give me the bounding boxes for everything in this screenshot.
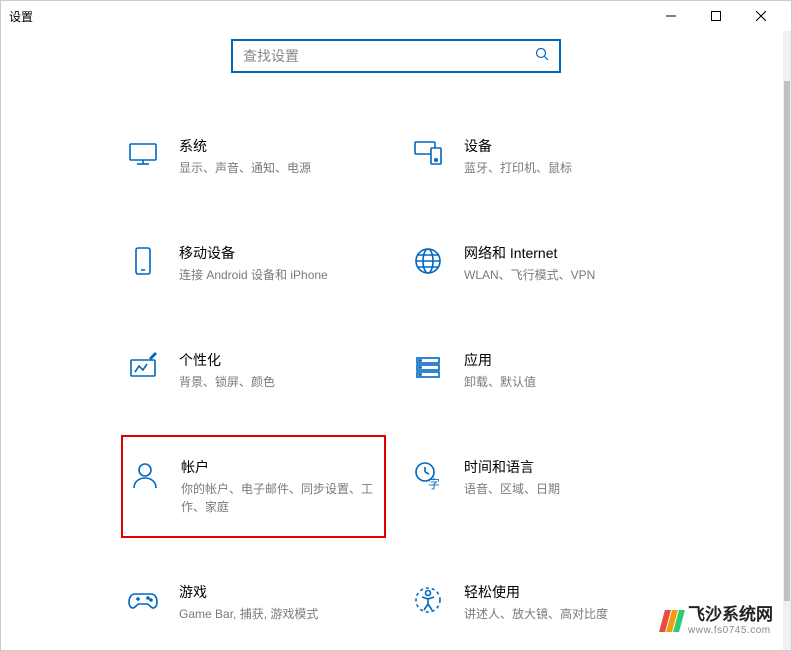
gaming-icon [125,582,161,618]
tile-title: 系统 [179,136,382,156]
window-title: 设置 [9,8,33,25]
tile-title: 时间和语言 [464,457,667,477]
tile-apps[interactable]: 应用 卸载、默认值 [406,342,671,399]
settings-grid: 系统 显示、声音、通知、电源 设备 蓝牙、打印机、鼠标 移动设备 连接 Andr… [121,128,671,631]
tile-subtitle: 卸载、默认值 [464,373,667,391]
tile-title: 帐户 [181,457,380,477]
personalization-icon [125,350,161,386]
watermark-url: www.fs0745.com [688,625,773,636]
tile-subtitle: 讲述人、放大镜、高对比度 [464,605,667,623]
tile-ease-of-access[interactable]: 轻松使用 讲述人、放大镜、高对比度 [406,574,671,631]
tile-time-language[interactable]: 字 时间和语言 语音、区域、日期 [406,449,671,524]
tile-title: 设备 [464,136,667,156]
tile-network[interactable]: 网络和 Internet WLAN、飞行模式、VPN [406,235,671,292]
search-input[interactable] [243,48,535,64]
tile-subtitle: 显示、声音、通知、电源 [179,159,382,177]
tile-gaming[interactable]: 游戏 Game Bar, 捕获, 游戏模式 [121,574,386,631]
mobile-icon [125,243,161,279]
watermark-logo [662,610,682,632]
watermark-name: 飞沙系统网 [688,606,773,625]
minimize-button[interactable] [648,1,693,31]
maximize-button[interactable] [693,1,738,31]
tile-title: 移动设备 [179,243,382,263]
tile-subtitle: 连接 Android 设备和 iPhone [179,266,382,284]
tile-title: 轻松使用 [464,582,667,602]
tile-accounts[interactable]: 帐户 你的帐户、电子邮件、同步设置、工作、家庭 [121,435,386,538]
scrollbar-thumb[interactable] [784,81,790,601]
tile-system[interactable]: 系统 显示、声音、通知、电源 [121,128,386,185]
svg-text:字: 字 [428,476,440,491]
devices-icon [410,136,446,172]
system-icon [125,136,161,172]
tile-title: 应用 [464,350,667,370]
ease-of-access-icon [410,582,446,618]
tile-title: 网络和 Internet [464,243,667,263]
apps-icon [410,350,446,386]
accounts-icon [127,457,163,493]
search-box[interactable] [231,39,561,73]
titlebar: 设置 [1,1,791,31]
time-language-icon: 字 [410,457,446,493]
tile-subtitle: 你的帐户、电子邮件、同步设置、工作、家庭 [181,480,380,516]
network-icon [410,243,446,279]
tile-title: 游戏 [179,582,382,602]
tile-subtitle: 蓝牙、打印机、鼠标 [464,159,667,177]
scrollbar[interactable] [783,31,791,650]
watermark: 飞沙系统网 www.fs0745.com [662,606,773,636]
tile-personalization[interactable]: 个性化 背景、锁屏、颜色 [121,342,386,399]
tile-subtitle: Game Bar, 捕获, 游戏模式 [179,605,382,623]
search-icon [535,47,549,66]
tile-mobile[interactable]: 移动设备 连接 Android 设备和 iPhone [121,235,386,292]
tile-subtitle: 背景、锁屏、颜色 [179,373,382,391]
close-button[interactable] [738,1,783,31]
tile-subtitle: 语音、区域、日期 [464,480,667,498]
tile-title: 个性化 [179,350,382,370]
tile-subtitle: WLAN、飞行模式、VPN [464,266,667,284]
tile-devices[interactable]: 设备 蓝牙、打印机、鼠标 [406,128,671,185]
